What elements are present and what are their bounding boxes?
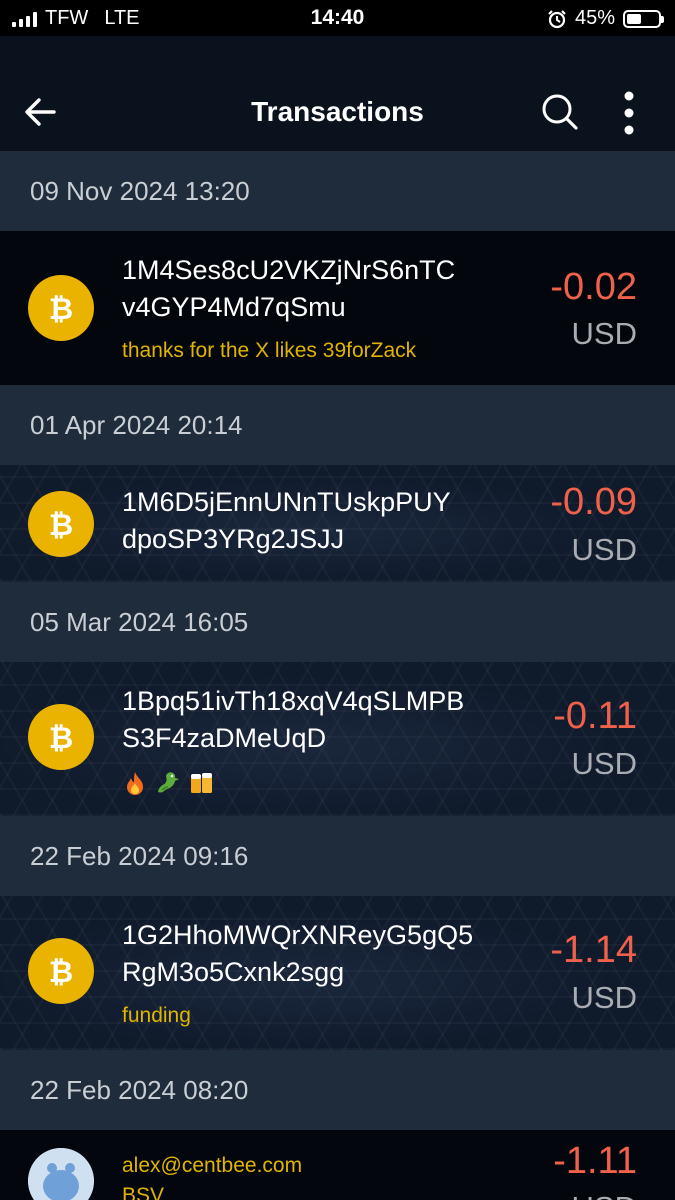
battery-level [627,13,641,24]
transaction-amount: -0.02 [550,266,637,308]
status-bar: TFW LTE 14:40 45% [0,0,675,36]
transaction-currency: USD [571,746,637,781]
address-line-2: dpoSP3YRg2JSJJ [122,524,345,554]
address-line-2: S3F4zaDMeUqD [122,723,327,753]
transaction-currency: USD [571,316,637,351]
address-line-1: 1M6D5jEnnUNnTUskpPUY [122,487,451,517]
date-header: 22 Feb 2024 09:16 [0,816,675,896]
transaction-memo: thanks for the X likes 39forZack [122,339,417,362]
date-header: 01 Apr 2024 20:14 [0,385,675,465]
transaction-currency: USD [571,980,637,1015]
transaction-address: 1G2HhoMWQrXNReyG5gQ5 RgM3o5Cxnk2sgg [122,917,522,991]
svg-text:₿: ₿ [49,508,73,543]
search-button[interactable] [538,90,582,134]
beer-emoji [191,773,212,793]
alarm-icon [548,9,566,28]
transaction-memo [122,770,216,796]
fire-emoji [127,772,143,795]
address-line-1: 1G2HhoMWQrXNReyG5gQ5 [122,920,474,950]
contact-note-text: BSV [122,1184,165,1200]
bitcoin-icon: ₿ [28,491,94,557]
svg-text:₿: ₿ [49,292,73,327]
more-vertical-icon [624,91,634,135]
search-icon [542,94,578,130]
transaction-amount: -0.11 [553,695,637,737]
transaction-currency: USD [571,532,637,567]
transaction-row[interactable]: ₿ 1G2HhoMWQrXNReyG5gQ5 RgM3o5Cxnk2sgg fu… [0,896,675,1050]
address-line-1: 1Bpq51ivTh18xqV4qSLMPB [122,686,465,716]
battery-info: 45% [547,7,664,30]
transaction-row[interactable]: ₿ 1M6D5jEnnUNnTUskpPUY dpoSP3YRg2JSJJ -0… [0,465,675,582]
transaction-amount: -0.09 [550,481,637,523]
battery-icon [623,9,664,28]
dragon-emoji [158,772,179,793]
address-line-1: 1M4Ses8cU2VKZjNrS6nTC [122,255,456,285]
transaction-address: 1M4Ses8cU2VKZjNrS6nTC v4GYP4Md7qSmu [122,252,522,326]
bitcoin-icon: ₿ [28,704,94,770]
transaction-amount: -1.14 [550,929,637,971]
transaction-row[interactable]: alex@centbee.com BSV -1.11 USD [0,1130,675,1200]
contact-email: alex@centbee.com [122,1154,303,1177]
transaction-address: 1Bpq51ivTh18xqV4qSLMPB S3F4zaDMeUqD [122,683,522,757]
date-header: 05 Mar 2024 16:05 [0,582,675,662]
transaction-currency: USD [572,1190,637,1200]
address-line-2: v4GYP4Md7qSmu [122,292,346,322]
contact-note: BSV [122,1184,164,1200]
date-header: 22 Feb 2024 08:20 [0,1050,675,1130]
svg-text:₿: ₿ [49,955,73,990]
more-options-button[interactable] [614,90,644,136]
transaction-row[interactable]: ₿ 1Bpq51ivTh18xqV4qSLMPB S3F4zaDMeUqD -0… [0,662,675,816]
transaction-memo: funding [122,1004,191,1027]
transaction-amount: -1.11 [553,1140,637,1182]
battery-percent: 45% [574,7,615,29]
navigation-bar: Transactions [0,36,675,151]
bitcoin-icon: ₿ [28,275,94,341]
address-line-2: RgM3o5Cxnk2sgg [122,957,345,987]
transaction-row[interactable]: ₿ 1M4Ses8cU2VKZjNrS6nTC v4GYP4Md7qSmu th… [0,231,675,385]
date-header: 09 Nov 2024 13:20 [0,151,675,231]
bitcoin-icon: ₿ [28,938,94,1004]
user-avatar-icon [28,1148,94,1200]
transaction-address: 1M6D5jEnnUNnTUskpPUY dpoSP3YRg2JSJJ [122,484,522,558]
svg-text:₿: ₿ [49,721,73,756]
